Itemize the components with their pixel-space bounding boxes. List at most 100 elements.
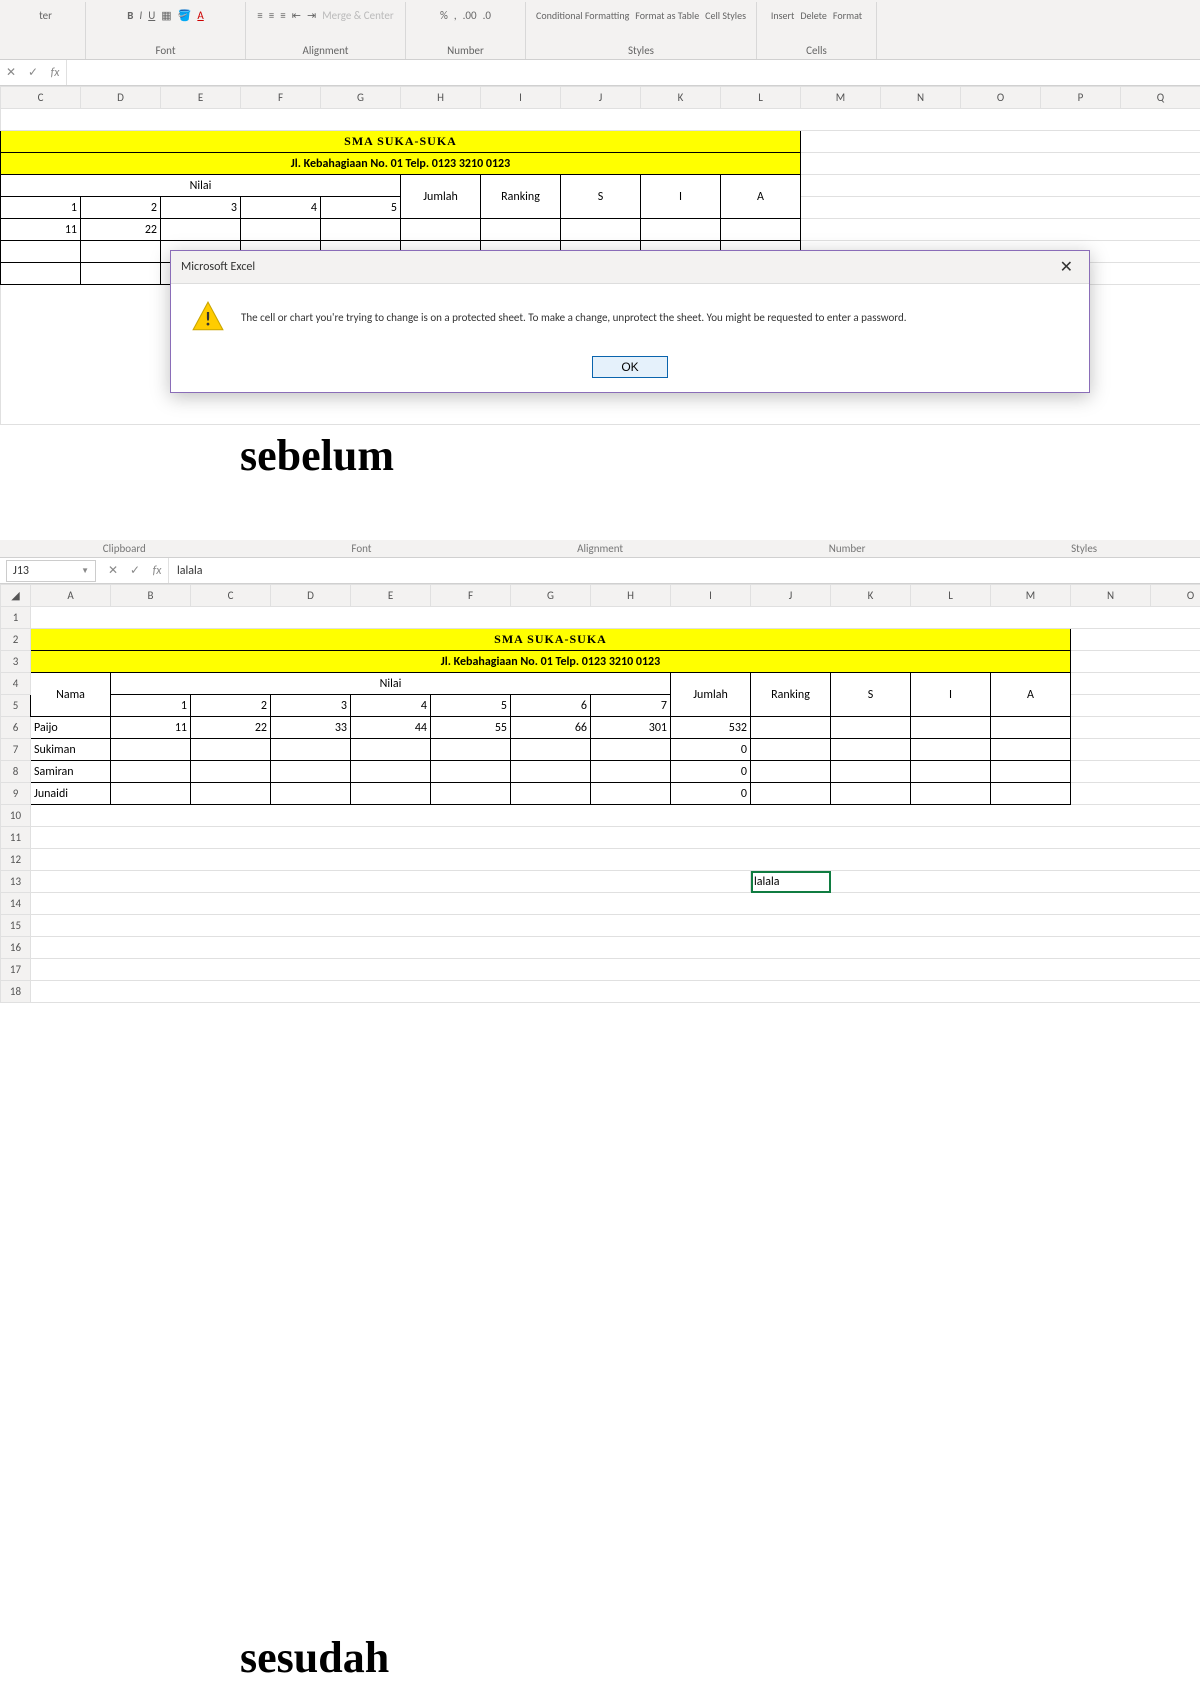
- selected-cell-j13[interactable]: lalala: [751, 871, 831, 893]
- row-header[interactable]: 13: [1, 871, 31, 893]
- cell[interactable]: 0: [671, 761, 751, 783]
- col-header[interactable]: M: [991, 585, 1071, 607]
- col-header[interactable]: L: [911, 585, 991, 607]
- cancel-icon[interactable]: ✕: [0, 65, 22, 80]
- cond-format-button[interactable]: Conditional Formatting: [536, 9, 629, 22]
- col-header[interactable]: K: [831, 585, 911, 607]
- row-header[interactable]: 3: [1, 651, 31, 673]
- col-header[interactable]: G: [321, 87, 401, 109]
- col-header[interactable]: N: [1071, 585, 1151, 607]
- row-header[interactable]: 6: [1, 717, 31, 739]
- col-header[interactable]: L: [721, 87, 801, 109]
- select-all-corner[interactable]: ◢: [1, 585, 31, 607]
- bold-icon[interactable]: B: [127, 9, 133, 22]
- cell-name[interactable]: Samiran: [31, 761, 111, 783]
- row-header[interactable]: 18: [1, 981, 31, 1003]
- row-header[interactable]: 4: [1, 673, 31, 695]
- col-header[interactable]: O: [961, 87, 1041, 109]
- indent-dec-icon[interactable]: ⇤: [292, 9, 301, 22]
- chevron-down-icon[interactable]: ▼: [81, 566, 89, 576]
- enter-icon[interactable]: ✓: [22, 65, 44, 80]
- col-header[interactable]: B: [111, 585, 191, 607]
- cell-styles-button[interactable]: Cell Styles: [705, 9, 746, 22]
- cell[interactable]: 11: [1, 219, 81, 241]
- cell-name[interactable]: Sukiman: [31, 739, 111, 761]
- col-header[interactable]: C: [1, 87, 81, 109]
- delete-button[interactable]: Delete: [800, 9, 827, 22]
- format-table-button[interactable]: Format as Table: [635, 9, 699, 22]
- fill-icon[interactable]: 🪣: [178, 9, 192, 22]
- col-header[interactable]: H: [591, 585, 671, 607]
- indent-inc-icon[interactable]: ⇥: [307, 9, 316, 22]
- format-button[interactable]: Format: [833, 9, 862, 22]
- col-header[interactable]: C: [191, 585, 271, 607]
- merge-center-button[interactable]: Merge & Center: [322, 9, 394, 22]
- close-icon[interactable]: ✕: [1054, 257, 1079, 277]
- insert-button[interactable]: Insert: [771, 9, 795, 22]
- cell[interactable]: 66: [511, 717, 591, 739]
- inc-decimal-icon[interactable]: .00: [463, 9, 477, 22]
- col-header[interactable]: H: [401, 87, 481, 109]
- row-header[interactable]: 7: [1, 739, 31, 761]
- border-icon[interactable]: ▦: [161, 9, 171, 22]
- row-header[interactable]: 2: [1, 629, 31, 651]
- cell[interactable]: 22: [81, 219, 161, 241]
- fontcolor-icon[interactable]: A: [197, 9, 203, 22]
- col-header[interactable]: O: [1151, 585, 1200, 607]
- col-header[interactable]: F: [431, 585, 511, 607]
- cell-name[interactable]: Junaidi: [31, 783, 111, 805]
- col-header[interactable]: N: [881, 87, 961, 109]
- name-box[interactable]: J13 ▼: [6, 560, 96, 582]
- cell[interactable]: 11: [111, 717, 191, 739]
- cell[interactable]: 532: [671, 717, 751, 739]
- row-header[interactable]: 1: [1, 607, 31, 629]
- fx-icon[interactable]: fx: [146, 564, 168, 578]
- align-center-icon[interactable]: ≡: [269, 9, 274, 22]
- fx-icon[interactable]: fx: [44, 66, 66, 80]
- row-header[interactable]: 17: [1, 959, 31, 981]
- col-header[interactable]: I: [481, 87, 561, 109]
- comma-icon[interactable]: ,: [454, 9, 457, 22]
- col-header[interactable]: P: [1041, 87, 1121, 109]
- cell-name[interactable]: Paijo: [31, 717, 111, 739]
- col-header[interactable]: M: [801, 87, 881, 109]
- ok-button[interactable]: OK: [592, 356, 667, 378]
- cell[interactable]: 0: [671, 783, 751, 805]
- percent-icon[interactable]: %: [440, 9, 448, 22]
- italic-icon[interactable]: I: [139, 9, 142, 22]
- enter-icon[interactable]: ✓: [124, 563, 146, 578]
- grid-bottom[interactable]: ◢ A B C D E F G H I J K L M N O 1 2 SMA …: [0, 584, 1200, 1003]
- col-header[interactable]: I: [671, 585, 751, 607]
- cell[interactable]: 55: [431, 717, 511, 739]
- col-header[interactable]: F: [241, 87, 321, 109]
- col-header[interactable]: E: [351, 585, 431, 607]
- col-header[interactable]: Q: [1121, 87, 1200, 109]
- row-header[interactable]: 11: [1, 827, 31, 849]
- formula-input[interactable]: lalala: [168, 558, 1200, 583]
- col-header[interactable]: J: [561, 87, 641, 109]
- row-header[interactable]: 5: [1, 695, 31, 717]
- row-header[interactable]: 14: [1, 893, 31, 915]
- formula-input[interactable]: [66, 60, 1200, 85]
- cell[interactable]: 301: [591, 717, 671, 739]
- row-header[interactable]: 8: [1, 761, 31, 783]
- row-header[interactable]: 15: [1, 915, 31, 937]
- row-header[interactable]: 16: [1, 937, 31, 959]
- col-header[interactable]: J: [751, 585, 831, 607]
- align-right-icon[interactable]: ≡: [280, 9, 285, 22]
- col-header[interactable]: D: [271, 585, 351, 607]
- underline-icon[interactable]: U: [148, 9, 155, 22]
- cancel-icon[interactable]: ✕: [102, 563, 124, 578]
- cell[interactable]: 33: [271, 717, 351, 739]
- align-left-icon[interactable]: ≡: [257, 9, 262, 22]
- cell[interactable]: 22: [191, 717, 271, 739]
- dec-decimal-icon[interactable]: .0: [483, 9, 491, 22]
- cell[interactable]: 0: [671, 739, 751, 761]
- col-header[interactable]: D: [81, 87, 161, 109]
- col-header[interactable]: K: [641, 87, 721, 109]
- cell[interactable]: 44: [351, 717, 431, 739]
- row-header[interactable]: 10: [1, 805, 31, 827]
- col-header[interactable]: G: [511, 585, 591, 607]
- col-header[interactable]: A: [31, 585, 111, 607]
- col-header[interactable]: E: [161, 87, 241, 109]
